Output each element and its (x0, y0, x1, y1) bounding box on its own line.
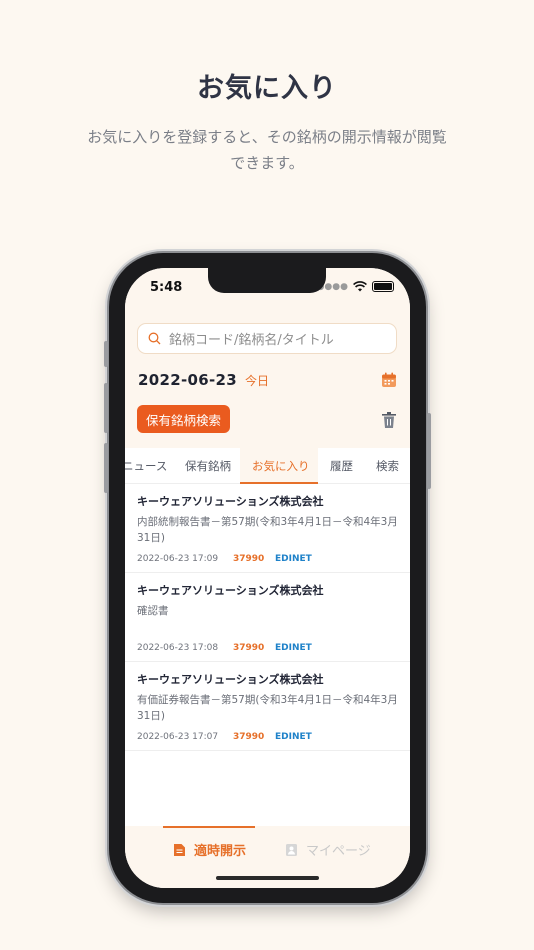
disclosure-list: キーウェアソリューションズ株式会社 内部統制報告書－第57期(令和3年4月1日－… (125, 484, 410, 751)
search-icon (148, 332, 161, 345)
search-input[interactable]: 銘柄コード/銘柄名/タイトル (137, 323, 397, 354)
header-area: 銘柄コード/銘柄名/タイトル 2022-06-23 今日 保有銘柄検索 (125, 308, 410, 448)
tab-news[interactable]: ニュース (125, 458, 167, 474)
holdings-search-button[interactable]: 保有銘柄検索 (137, 405, 231, 433)
tab-history[interactable]: 履歴 (330, 458, 353, 474)
home-indicator (216, 876, 319, 880)
item-code: 37990 (233, 643, 265, 653)
phone-frame: 5:48 ●●●● 銘柄コード/銘柄名/タイトル 2022-06-23 今日 保… (104, 253, 431, 903)
item-datetime: 2022-06-23 17:09 (137, 554, 219, 564)
list-item[interactable]: キーウェアソリューションズ株式会社 有価証券報告書－第57期(令和3年4月1日－… (125, 662, 410, 751)
item-meta: 2022-06-23 17:08 37990 EDINET (137, 643, 312, 653)
page-title: お気に入り (197, 73, 337, 104)
user-icon (286, 843, 297, 856)
calendar-icon[interactable] (381, 372, 397, 388)
item-source: EDINET (275, 554, 312, 564)
list-item[interactable]: キーウェアソリューションズ株式会社 確認書 2022-06-23 17:08 3… (125, 573, 410, 662)
item-meta: 2022-06-23 17:09 37990 EDINET (137, 554, 312, 564)
power-button (427, 413, 431, 489)
volume-down-button (104, 443, 108, 493)
tab-search[interactable]: 検索 (376, 458, 399, 474)
item-title: 内部統制報告書－第57期(令和3年4月1日－令和4年3月31日) (137, 516, 398, 544)
item-title: 有価証券報告書－第57期(令和3年4月1日－令和4年3月31日) (137, 694, 398, 722)
date-row: 2022-06-23 今日 (138, 371, 269, 389)
item-source: EDINET (275, 643, 312, 653)
wifi-icon (353, 281, 367, 292)
tabbar-mypage[interactable]: マイページ (285, 840, 371, 859)
selected-date[interactable]: 2022-06-23 (138, 371, 237, 389)
tab-favorites[interactable]: お気に入り (252, 458, 310, 474)
item-company: キーウェアソリューションズ株式会社 (137, 584, 324, 597)
item-title: 確認書 (137, 605, 169, 617)
status-time: 5:48 (150, 280, 183, 295)
volume-up-button (104, 383, 108, 433)
list-item[interactable]: キーウェアソリューションズ株式会社 内部統制報告書－第57期(令和3年4月1日－… (125, 484, 410, 573)
item-company: キーウェアソリューションズ株式会社 (137, 495, 324, 508)
tabbar-indicator (163, 826, 255, 828)
tabbar-disclosure-label: 適時開示 (194, 844, 247, 859)
tabbar-mypage-label: マイページ (306, 844, 371, 859)
trash-icon[interactable] (381, 411, 397, 429)
tabbar-disclosure[interactable]: 適時開示 (173, 840, 246, 859)
item-code: 37990 (233, 554, 265, 564)
notch (208, 268, 326, 293)
today-link[interactable]: 今日 (245, 372, 269, 389)
status-icons: ●●●● (317, 281, 394, 292)
item-company: キーウェアソリューションズ株式会社 (137, 673, 324, 686)
battery-icon (372, 281, 394, 292)
search-placeholder: 銘柄コード/銘柄名/タイトル (169, 333, 334, 348)
item-datetime: 2022-06-23 17:08 (137, 643, 219, 653)
tab-holdings[interactable]: 保有銘柄 (185, 458, 231, 474)
mute-switch (104, 341, 108, 367)
category-tabs: ニュース 保有銘柄 お気に入り 履歴 検索 (125, 448, 410, 484)
item-meta: 2022-06-23 17:07 37990 EDINET (137, 732, 312, 742)
document-icon (174, 843, 185, 856)
item-code: 37990 (233, 732, 265, 742)
item-datetime: 2022-06-23 17:07 (137, 732, 219, 742)
item-source: EDINET (275, 732, 312, 742)
bottom-tab-bar: 適時開示 マイページ (125, 826, 410, 888)
phone-screen: 5:48 ●●●● 銘柄コード/銘柄名/タイトル 2022-06-23 今日 保… (125, 268, 410, 888)
page-subtitle: お気に入りを登録すると、その銘柄の開示情報が閲覧できます。 (87, 128, 447, 172)
